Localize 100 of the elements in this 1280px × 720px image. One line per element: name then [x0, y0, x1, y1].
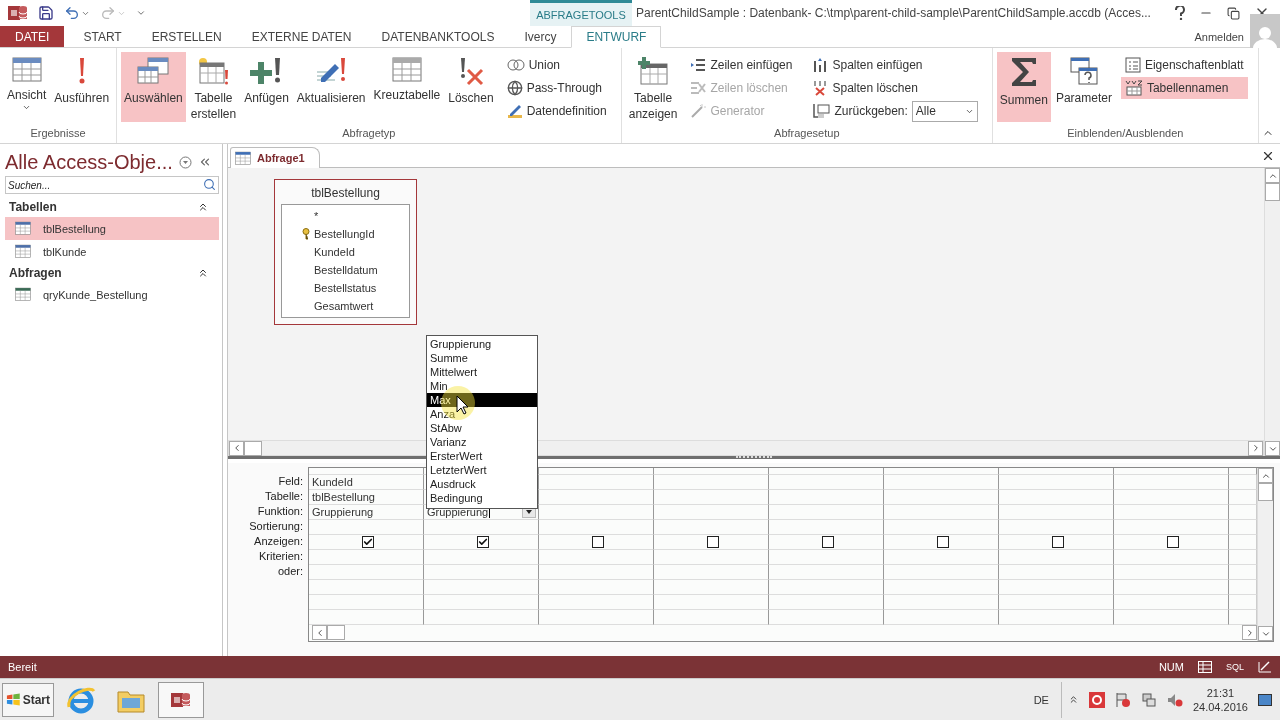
ribbon-button[interactable]: Aktualisieren — [293, 52, 369, 122]
scroll-up-button[interactable] — [1265, 168, 1280, 183]
ribbon-button[interactable]: Auswählen — [121, 52, 186, 122]
grid-cell[interactable] — [999, 490, 1114, 505]
scroll-right-button[interactable] — [1242, 625, 1257, 640]
grid-cell[interactable] — [999, 565, 1114, 580]
ribbon-button[interactable]: Tabelle anzeigen — [625, 52, 681, 124]
grid-cell[interactable] — [654, 565, 769, 580]
grid-cell[interactable] — [1114, 490, 1229, 505]
grid-cell[interactable] — [769, 475, 884, 490]
ribbon-tab[interactable]: DATENBANKTOOLS — [366, 26, 510, 47]
vertical-scrollbar[interactable] — [1257, 468, 1273, 641]
dropdown-option[interactable]: Ausdruck — [427, 477, 478, 491]
grid-cell[interactable]: Gruppierung — [427, 506, 489, 518]
ribbon-button[interactable]: Anfügen — [241, 52, 292, 122]
ribbon-button[interactable]: Eigenschaftenblatt — [1120, 54, 1248, 76]
ribbon-button[interactable]: Parameter — [1052, 52, 1115, 122]
grid-cell[interactable] — [884, 595, 999, 610]
dropdown-option[interactable]: LetzterWert — [427, 463, 489, 477]
dropdown-option[interactable]: ErsterWert — [427, 449, 485, 463]
grid-cell[interactable] — [884, 505, 999, 520]
grid-cell[interactable] — [309, 595, 424, 610]
ribbon-tab[interactable]: Ivercy — [509, 26, 572, 47]
ribbon-button[interactable]: Tabellennamen — [1120, 77, 1248, 99]
grid-cell[interactable] — [654, 520, 769, 535]
field-name[interactable]: BestellungId — [314, 228, 375, 240]
grid-cell[interactable] — [654, 610, 769, 625]
navigation-item[interactable]: tblKunde — [5, 240, 219, 263]
return-combo[interactable]: Alle — [911, 100, 978, 122]
grid-cell[interactable] — [1114, 520, 1229, 535]
grid-cell[interactable] — [424, 595, 539, 610]
scroll-left-button[interactable] — [229, 440, 244, 456]
grid-cell[interactable] — [769, 565, 884, 580]
grid-cell[interactable] — [539, 520, 654, 535]
grid-cell[interactable]: KundeId — [312, 476, 353, 488]
grid-cell[interactable] — [539, 550, 654, 565]
grid-cell[interactable] — [769, 550, 884, 565]
grid-cell[interactable] — [1114, 565, 1229, 580]
ribbon-button[interactable]: Union — [502, 54, 611, 76]
grid-cell[interactable] — [309, 520, 424, 535]
ribbon-tab[interactable]: ENTWURF — [571, 26, 662, 48]
network-icon[interactable] — [1140, 691, 1157, 708]
clock[interactable]: 21:31 24.04.2016 — [1192, 685, 1248, 714]
grid-cell[interactable] — [1114, 610, 1229, 625]
ribbon-button[interactable]: Kreuztabelle — [370, 52, 444, 122]
grid-cell[interactable] — [769, 610, 884, 625]
sign-in-link[interactable]: Anmelden — [1194, 30, 1250, 43]
grid-cell[interactable] — [654, 595, 769, 610]
horizontal-scrollbar[interactable] — [312, 625, 1257, 640]
ribbon-button[interactable]: Tabelle erstellen — [187, 52, 240, 124]
field-name[interactable]: KundeId — [314, 246, 355, 258]
grid-cell[interactable] — [654, 580, 769, 595]
grid-cell[interactable]: tblBestellung — [312, 491, 375, 503]
checkbox[interactable] — [476, 536, 489, 548]
field-name[interactable]: * — [314, 210, 319, 222]
checkbox[interactable] — [361, 536, 374, 548]
grid-cell[interactable] — [884, 490, 999, 505]
checkbox[interactable] — [1051, 536, 1064, 548]
scroll-up-button[interactable] — [1258, 468, 1273, 483]
table-field-list[interactable]: tblBestellung * BestellungId KundeId Bestelldatum Bestellstatus Gesamtwert — [274, 179, 417, 325]
grid-cell[interactable] — [539, 595, 654, 610]
start-button[interactable]: Start — [2, 682, 54, 717]
grid-cell[interactable] — [999, 610, 1114, 625]
grid-cell[interactable] — [539, 490, 654, 505]
grid-cell[interactable] — [309, 580, 424, 595]
column-selector[interactable] — [309, 468, 424, 475]
dropdown-option[interactable]: Bedingung — [427, 491, 485, 505]
grid-cell[interactable] — [539, 565, 654, 580]
dropdown-option[interactable]: StAbw — [427, 421, 464, 435]
grid-cell[interactable] — [654, 550, 769, 565]
grid-cell[interactable] — [884, 475, 999, 490]
grid-cell[interactable] — [424, 565, 539, 580]
ribbon-button[interactable]: Pass-Through — [502, 77, 611, 99]
grid-cell[interactable] — [424, 550, 539, 565]
field-name[interactable]: Bestelldatum — [314, 264, 378, 276]
app-tray-icon[interactable] — [1088, 691, 1105, 708]
grid-cell[interactable] — [769, 505, 884, 520]
grid-cell[interactable] — [884, 550, 999, 565]
scroll-thumb[interactable] — [244, 440, 262, 456]
show-desktop-icon[interactable] — [1258, 693, 1272, 706]
grid-cell[interactable] — [769, 580, 884, 595]
section-header[interactable]: Tabellen — [5, 197, 219, 217]
checkbox[interactable] — [936, 536, 949, 548]
sql-view-button[interactable]: SQL — [1226, 662, 1244, 672]
grid-cell[interactable] — [654, 475, 769, 490]
grid-cell[interactable] — [1114, 505, 1229, 520]
grid-cell[interactable] — [539, 580, 654, 595]
grid-cell[interactable] — [654, 505, 769, 520]
grid-cell[interactable] — [999, 475, 1114, 490]
menu-circle-icon[interactable] — [178, 155, 192, 169]
scroll-left-button[interactable] — [312, 625, 327, 640]
ribbon-button[interactable]: Spalten einfügen — [808, 54, 982, 76]
grid-cell[interactable] — [884, 580, 999, 595]
scroll-thumb[interactable] — [1258, 483, 1273, 501]
ribbon-button[interactable]: Ansicht — [4, 52, 50, 122]
scroll-right-button[interactable] — [1248, 440, 1263, 456]
ribbon-button[interactable]: Löschen — [445, 52, 497, 122]
dropdown-option[interactable]: Mittelwert — [427, 365, 480, 379]
grid-cell[interactable] — [1114, 475, 1229, 490]
ribbon-tab[interactable]: EXTERNE DATEN — [236, 26, 367, 47]
